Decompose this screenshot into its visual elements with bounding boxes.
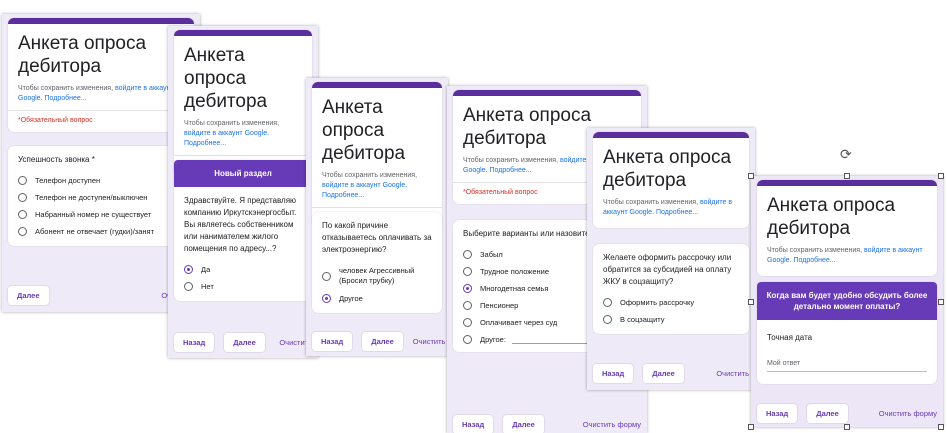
question-title: Точная дата: [767, 333, 813, 342]
form-title: Анкета опроса дебитора: [184, 45, 268, 112]
form-title: Анкета опроса дебитора: [603, 147, 732, 191]
radio-button[interactable]: [463, 318, 472, 327]
signin-notice: Чтобы сохранить изменения, войдите в акк…: [8, 84, 194, 111]
back-button[interactable]: Назад: [174, 333, 215, 352]
form-nav: Назад Далее Очистить форму: [453, 415, 641, 433]
back-button[interactable]: Назад: [312, 332, 353, 351]
form-header-card: Анкета опроса дебитора Чтобы сохранить и…: [312, 82, 442, 229]
learn-more-link[interactable]: Подробнее...: [44, 95, 86, 102]
form-header-card: Анкета опроса дебитора Чтобы сохранить и…: [593, 132, 749, 228]
signin-notice: Чтобы сохранить изменения, войдите в акк…: [603, 199, 733, 216]
form-screenshot-3: Анкета опроса дебитора Чтобы сохранить и…: [306, 78, 448, 356]
radio-button[interactable]: [603, 315, 612, 324]
clear-form-button[interactable]: Очистить: [716, 369, 749, 378]
form-nav: Назад Далее Очистить: [174, 333, 312, 352]
radio-button-selected[interactable]: [322, 294, 331, 303]
radio-button[interactable]: [18, 227, 27, 236]
learn-more-link[interactable]: Подробнее...: [322, 192, 364, 199]
radio-option[interactable]: Телефон не доступен/выключен: [8, 189, 194, 206]
next-button[interactable]: Далее: [643, 364, 684, 383]
radio-button[interactable]: [184, 282, 193, 291]
answer-input[interactable]: Мой ответ: [767, 358, 927, 372]
learn-more-link[interactable]: Подробнее...: [184, 140, 226, 147]
radio-option[interactable]: Нет: [174, 278, 312, 295]
form-title: Анкета опроса дебитора: [322, 97, 406, 164]
resize-handle[interactable]: [844, 173, 850, 179]
form-header-card: Анкета опроса дебитора Чтобы сохранить и…: [757, 180, 937, 276]
next-button[interactable]: Далее: [8, 286, 49, 305]
section-header: Когда вам будет удобно обсудить более де…: [757, 282, 937, 320]
form-nav: Назад Далее Очистить форму: [757, 404, 937, 423]
radio-option[interactable]: человек Агрессивный (Бросил трубку): [312, 262, 442, 290]
form-title: Анкета опроса дебитора: [767, 195, 896, 239]
question-card: Желаете оформить рассрочку или обратится…: [593, 244, 749, 334]
radio-button[interactable]: [463, 250, 472, 259]
radio-button[interactable]: [322, 271, 331, 281]
question-card: Успешность звонка * Телефон доступен Тел…: [8, 146, 194, 246]
signin-notice: Чтобы сохранить изменения, войдите в акк…: [767, 247, 923, 264]
radio-button[interactable]: [463, 301, 472, 310]
learn-more-link[interactable]: Подробнее...: [489, 167, 531, 174]
form-title: Анкета опроса дебитора: [18, 33, 147, 77]
form-nav: Назад Далее Очистить: [312, 332, 445, 351]
signin-link[interactable]: войдите в аккаунт Google.: [184, 130, 269, 137]
resize-handle[interactable]: [748, 299, 754, 305]
radio-option[interactable]: Другое: [312, 290, 442, 307]
clear-form-button[interactable]: Очистить форму: [879, 409, 937, 418]
radio-button[interactable]: [18, 176, 27, 185]
back-button[interactable]: Назад: [593, 364, 634, 383]
resize-handle[interactable]: [938, 424, 944, 430]
next-button[interactable]: Далее: [362, 332, 403, 351]
clear-form-button[interactable]: Очистить: [413, 337, 446, 346]
resize-handle[interactable]: [748, 424, 754, 430]
radio-option[interactable]: Оформить рассрочку: [593, 294, 749, 311]
resize-handle[interactable]: [938, 173, 944, 179]
question-title: Желаете оформить рассрочку или обратится…: [603, 253, 732, 286]
form-screenshot-2: Анкета опроса дебитора Чтобы сохранить и…: [168, 26, 318, 358]
section-card: Когда вам будет удобно обсудить более де…: [757, 282, 937, 384]
radio-option[interactable]: Абонент не отвечает (гудки)/занят: [8, 223, 194, 240]
radio-button[interactable]: [463, 267, 472, 276]
radio-option[interactable]: В соцзащиту: [593, 311, 749, 328]
learn-more-link[interactable]: Подробнее...: [793, 257, 835, 264]
section-card: Новый раздел Здравствуйте. Я представляю…: [174, 160, 312, 301]
signin-notice: Чтобы сохранить изменения, войдите в акк…: [174, 119, 312, 156]
signin-link[interactable]: войдите в аккаунт Google.: [322, 182, 407, 189]
question-card: По какой причине отказываетесь оплачиват…: [312, 212, 442, 313]
form-screenshot-5: Анкета опроса дебитора Чтобы сохранить и…: [587, 128, 755, 390]
radio-button-selected[interactable]: [184, 265, 193, 274]
form-nav: Назад Далее Очистить: [593, 364, 749, 383]
radio-button[interactable]: [18, 210, 27, 219]
question-title: Успешность звонка *: [18, 155, 95, 164]
signin-notice: Чтобы сохранить изменения, войдите в акк…: [312, 171, 442, 208]
clear-form-button[interactable]: Очистить форму: [583, 420, 641, 429]
radio-button[interactable]: [463, 335, 472, 344]
form-header-card: Анкета опроса дебитора Чтобы сохранить и…: [8, 18, 194, 132]
radio-option[interactable]: Телефон доступен: [8, 172, 194, 189]
resize-handle[interactable]: [844, 424, 850, 430]
back-button[interactable]: Назад: [453, 415, 494, 433]
learn-more-link[interactable]: Подробнее...: [656, 209, 698, 216]
next-button[interactable]: Далее: [224, 333, 265, 352]
radio-button[interactable]: [18, 193, 27, 202]
section-header: Новый раздел: [174, 160, 312, 187]
next-button[interactable]: Далее: [503, 415, 544, 433]
radio-button[interactable]: [603, 298, 612, 307]
rotate-handle-icon[interactable]: ⟳: [840, 146, 852, 163]
radio-option[interactable]: Набранный номер не существует: [8, 206, 194, 223]
question-title: Здравствуйте. Я представляю компанию Ирк…: [184, 196, 297, 253]
question-title: По какой причине отказываетесь оплачиват…: [322, 221, 432, 254]
radio-button-selected[interactable]: [463, 284, 472, 293]
back-button[interactable]: Назад: [757, 404, 798, 423]
resize-handle[interactable]: [938, 299, 944, 305]
required-note: *Обязательный вопрос: [18, 117, 93, 124]
form-header-card: Анкета опроса дебитора Чтобы сохранить и…: [174, 30, 312, 177]
radio-option[interactable]: Да: [174, 261, 312, 278]
form-screenshot-6[interactable]: Анкета опроса дебитора Чтобы сохранить и…: [751, 176, 943, 427]
resize-handle[interactable]: [748, 173, 754, 179]
form-nav: Далее Очистить: [8, 286, 194, 305]
next-button[interactable]: Далее: [807, 404, 848, 423]
